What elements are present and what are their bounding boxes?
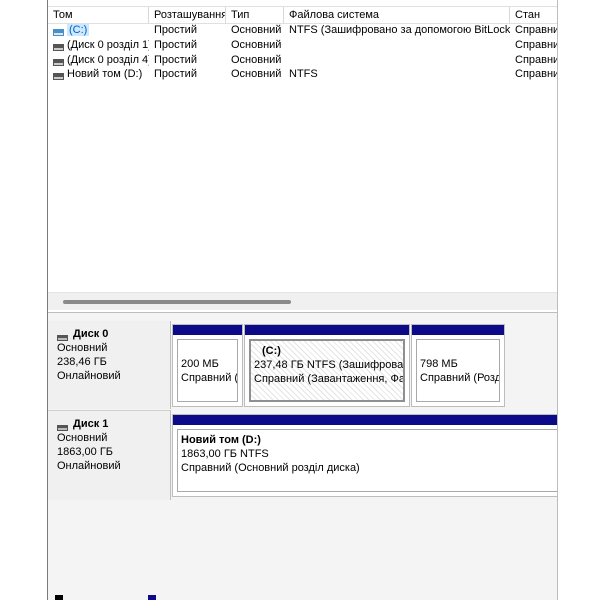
disk-row-1: Диск 1 Основний 1863,00 ГБ Онлайновий Но… — [48, 410, 557, 500]
volume-status: Справний — [515, 24, 557, 36]
disk-size: 238,46 ГБ — [57, 356, 107, 368]
partition-status: Справний (Завантаження, Файл , — [254, 373, 405, 385]
volume-row[interactable]: Новий том (D:) Простий Основний NTFS Спр… — [48, 67, 557, 81]
disk-drive-icon — [57, 421, 68, 431]
disk-kind: Основний — [57, 342, 108, 354]
partition-name: Новий том (D:) — [181, 434, 261, 446]
volume-row[interactable]: (Диск 0 розділ 1) Простий Основний Справ… — [48, 38, 557, 52]
volume-type: Основний — [231, 68, 282, 80]
volume-row[interactable]: (Диск 0 розділ 4) Простий Основний Справ… — [48, 53, 557, 67]
volume-name: (C:) — [67, 24, 90, 36]
disk-info-0[interactable]: Диск 0 Основний 238,46 ГБ Онлайновий — [48, 321, 171, 409]
volume-filesystem: NTFS — [289, 68, 318, 80]
volume-filesystem — [284, 53, 510, 67]
disk-info-1[interactable]: Диск 1 Основний 1863,00 ГБ Онлайновий — [48, 410, 171, 500]
partition-name: (C:) — [262, 345, 281, 357]
scrollbar-thumb[interactable] — [63, 300, 291, 304]
horizontal-scrollbar[interactable] — [48, 292, 557, 310]
disk-size: 1863,00 ГБ — [57, 446, 113, 458]
volume-status: Справний — [515, 39, 557, 51]
volume-filesystem: NTFS (Зашифровано за допомогою BitLocker… — [289, 24, 510, 36]
partition-status: Справний (С — [181, 372, 238, 384]
partition-size: 237,48 ГБ NTFS (Зашифровано за — [254, 359, 404, 371]
volume-type: Основний — [231, 54, 282, 66]
partition-size: 798 МБ — [420, 358, 458, 370]
volume-layout: Простий — [154, 24, 197, 36]
disk-management-window: Том Розташування Тип Файлова система Ста… — [47, 0, 558, 600]
column-header-layout[interactable]: Розташування — [149, 7, 226, 23]
volume-layout: Простий — [154, 39, 197, 51]
disk-graphical-view: Диск 0 Основний 238,46 ГБ Онлайновий 200… — [48, 312, 557, 600]
volume-type: Основний — [231, 39, 282, 51]
volume-name: (Диск 0 розділ 1) — [67, 39, 149, 51]
partition-size: 1863,00 ГБ NTFS — [181, 448, 269, 460]
volume-filesystem — [284, 38, 510, 52]
volume-name: (Диск 0 розділ 4) — [67, 54, 149, 66]
partition-disk0-c[interactable]: (C:) 237,48 ГБ NTFS (Зашифровано за Спра… — [244, 324, 410, 407]
volume-layout: Простий — [154, 54, 197, 66]
legend-swatch-unallocated — [55, 595, 63, 600]
column-header-status[interactable]: Стан — [510, 7, 557, 23]
legend-swatch-primary — [148, 595, 156, 600]
legend-strip — [48, 594, 557, 600]
volume-name: Новий том (D:) — [67, 68, 143, 80]
disk-state: Онлайновий — [57, 370, 121, 382]
column-header-filesystem[interactable]: Файлова система — [284, 7, 510, 23]
disk-state: Онлайновий — [57, 460, 121, 472]
volume-drive-icon — [53, 26, 64, 36]
volume-list-header: Том Розташування Тип Файлова система Ста… — [48, 6, 557, 24]
volume-row[interactable]: (C:) Простий Основний NTFS (Зашифровано … — [48, 23, 557, 37]
partition-disk1-d[interactable]: Новий том (D:) 1863,00 ГБ NTFS Справний … — [172, 414, 557, 497]
volume-status: Справний — [515, 68, 557, 80]
volume-drive-icon — [53, 70, 64, 80]
column-header-volume[interactable]: Том — [48, 7, 149, 23]
disk-drive-icon — [57, 331, 68, 341]
volume-list: Том Розташування Тип Файлова система Ста… — [48, 0, 557, 292]
volume-type: Основний — [231, 24, 282, 36]
partition-disk0-1[interactable]: 200 МБ Справний (С — [172, 324, 243, 407]
volume-drive-icon — [53, 56, 64, 66]
partition-disk0-4[interactable]: 798 МБ Справний (Розді — [411, 324, 505, 407]
volume-drive-icon — [53, 41, 64, 51]
partition-status: Справний (Розді — [420, 372, 500, 384]
column-header-type[interactable]: Тип — [226, 7, 284, 23]
disk-title: Диск 0 — [73, 328, 109, 340]
partition-size: 200 МБ — [181, 358, 219, 370]
disk-kind: Основний — [57, 432, 108, 444]
volume-layout: Простий — [154, 68, 197, 80]
partition-status: Справний (Основний розділ диска) — [181, 462, 360, 474]
disk-row-0: Диск 0 Основний 238,46 ГБ Онлайновий 200… — [48, 321, 557, 409]
volume-status: Справний — [515, 54, 557, 66]
disk-title: Диск 1 — [73, 418, 109, 430]
